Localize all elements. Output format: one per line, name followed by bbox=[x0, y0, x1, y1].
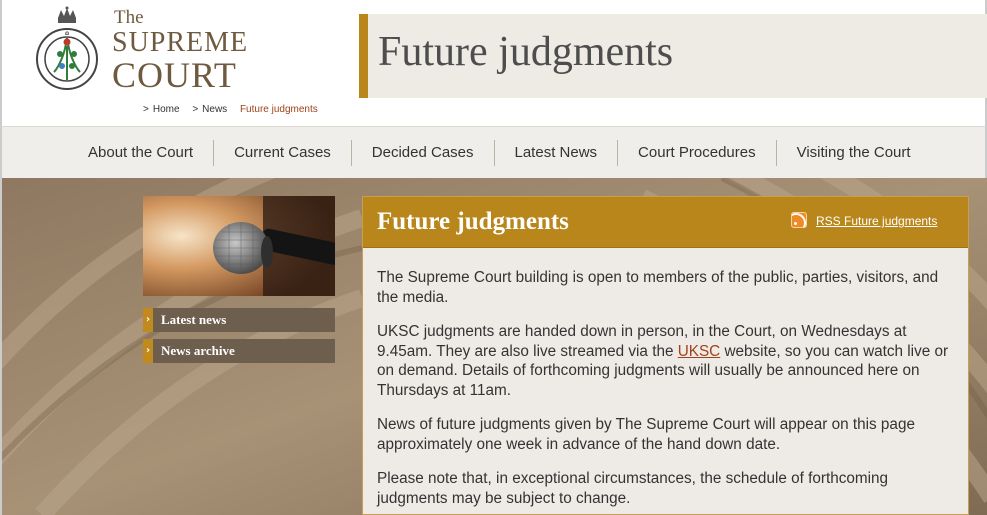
paragraph-future-judgments-news: News of future judgments given by The Su… bbox=[377, 416, 915, 453]
rss-link-label: RSS Future judgments bbox=[816, 214, 938, 228]
panel-header: Future judgments RSS Future judgments bbox=[363, 197, 968, 248]
breadcrumb: > Home > News Future judgments bbox=[143, 104, 328, 115]
chevron-right-icon: › bbox=[143, 339, 153, 363]
nav-item-visiting-the-court[interactable]: Visiting the Court bbox=[777, 140, 931, 166]
rss-feed-link[interactable]: RSS Future judgments bbox=[791, 212, 937, 228]
paragraph-building-open: The Supreme Court building is open to me… bbox=[377, 269, 939, 306]
main-navigation: About the Court Current Cases Decided Ca… bbox=[0, 126, 987, 178]
wordmark-the: The bbox=[114, 7, 144, 28]
paragraph-judgments-handed-down: UKSC judgments are handed down in person… bbox=[377, 322, 949, 400]
page-title-band: Future judgments bbox=[359, 14, 987, 98]
wordmark-court: COURT bbox=[112, 55, 237, 95]
breadcrumb-current: Future judgments bbox=[239, 104, 318, 115]
site-header: Ω The SUPREME COURT > Home > News Future j… bbox=[0, 0, 987, 126]
nav-item-current-cases[interactable]: Current Cases bbox=[214, 140, 352, 166]
panel-body: The Supreme Court building is open to me… bbox=[377, 268, 949, 515]
supreme-court-seal-logo[interactable]: Ω bbox=[32, 6, 102, 94]
site-wordmark[interactable]: The SUPREME COURT bbox=[112, 8, 248, 93]
wordmark-supreme: SUPREME bbox=[112, 27, 249, 58]
svg-text:Ω: Ω bbox=[65, 31, 69, 37]
nav-item-about-the-court[interactable]: About the Court bbox=[68, 140, 215, 166]
rss-icon bbox=[791, 212, 807, 228]
content-panel: Future judgments RSS Future judgments Th… bbox=[362, 196, 969, 515]
breadcrumb-arrow-icon: > bbox=[143, 104, 149, 115]
microphone-promo-image bbox=[143, 196, 335, 296]
sidebar-link-latest-news[interactable]: › Latest news bbox=[143, 308, 335, 332]
sidebar-link-label: News archive bbox=[161, 343, 235, 358]
nav-item-decided-cases[interactable]: Decided Cases bbox=[352, 140, 495, 166]
sidebar-link-news-archive[interactable]: › News archive bbox=[143, 339, 335, 363]
breadcrumb-home-link[interactable]: Home bbox=[153, 104, 180, 115]
nav-item-court-procedures[interactable]: Court Procedures bbox=[618, 140, 777, 166]
page-title: Future judgments bbox=[378, 29, 674, 75]
panel-title: Future judgments bbox=[377, 208, 569, 235]
sidebar-link-label: Latest news bbox=[161, 312, 227, 327]
breadcrumb-news-link[interactable]: News bbox=[202, 104, 227, 115]
paragraph-schedule-note: Please note that, in exceptional circums… bbox=[377, 470, 889, 507]
chevron-right-icon: › bbox=[143, 308, 153, 332]
breadcrumb-arrow-icon: > bbox=[192, 104, 199, 115]
nav-item-latest-news[interactable]: Latest News bbox=[495, 140, 619, 166]
uksc-link[interactable]: UKSC bbox=[678, 343, 721, 360]
